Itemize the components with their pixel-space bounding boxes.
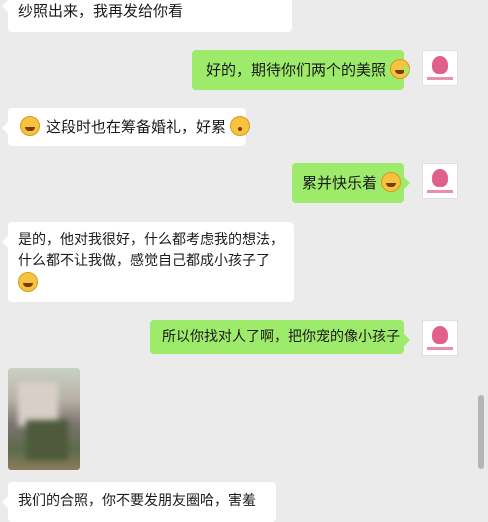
my-avatar[interactable] [422, 163, 458, 199]
message-bubble: 累并快乐着 [292, 163, 410, 203]
my-avatar[interactable] [422, 50, 458, 86]
message-text: 累并快乐着 [302, 174, 378, 192]
grin-emoji-icon [381, 172, 402, 192]
message-line: 什么都不让我做，感觉自己都成小孩子了 [18, 253, 270, 269]
message-bubble: 是的，他对我很好，什么都考虑我的想法， 什么都不让我做，感觉自己都成小孩子了 [2, 222, 294, 302]
avatar-figure [432, 56, 448, 74]
message-text: 我们的合照，你不要发朋友圈哈，害羞 [18, 493, 256, 509]
message-text: 这段时也在筹备婚礼，好累 [46, 118, 227, 136]
message-bubble: 这段时也在筹备婚礼，好累 [2, 108, 251, 146]
my-avatar[interactable] [422, 320, 458, 356]
message-text: 好的，期待你们两个的美照 [206, 61, 387, 79]
flushed-emoji-icon [230, 116, 251, 136]
scrollbar[interactable] [478, 395, 484, 469]
message-bubble: 所以你找对人了啊，把你宠的像小孩子 [150, 320, 410, 354]
shared-photo[interactable] [8, 368, 80, 470]
avatar-caption [427, 347, 453, 350]
avatar-caption [427, 77, 453, 80]
avatar-caption [427, 190, 453, 193]
message-line: 是的，他对我很好，什么都考虑我的想法， [18, 232, 284, 248]
avatar-figure [432, 326, 448, 344]
message-bubble: 纱照出来，我再发给你看 [2, 0, 292, 32]
sweat-smile-emoji-icon [20, 116, 40, 136]
message-text: 纱照出来，我再发给你看 [18, 2, 184, 20]
message-bubble: 好的，期待你们两个的美照 [192, 50, 411, 90]
message-bubble: 我们的合照，你不要发朋友圈哈，害羞 [2, 482, 276, 522]
laugh-cry-emoji-icon [18, 272, 38, 292]
photo-blur [26, 420, 68, 460]
avatar-figure [432, 169, 448, 187]
message-text: 所以你找对人了啊，把你宠的像小孩子 [162, 329, 400, 345]
heart-eyes-emoji-icon [390, 59, 411, 79]
